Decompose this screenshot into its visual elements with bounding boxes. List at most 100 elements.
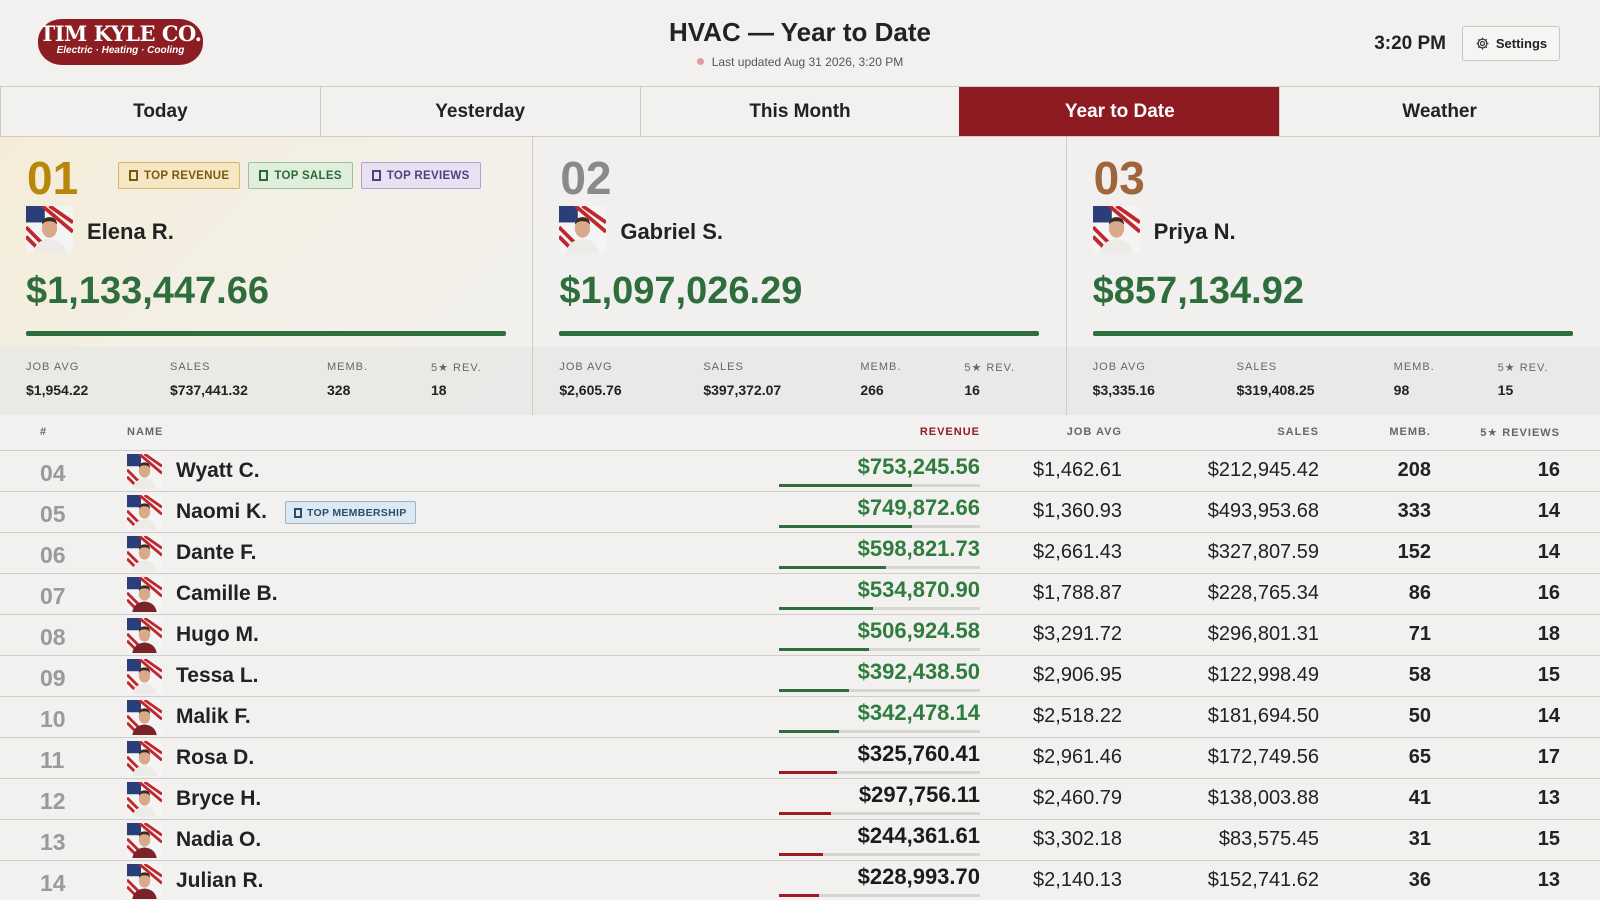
- award-icon: [259, 170, 269, 181]
- stats-strip: JOB AVG $1,954.22 SALES $737,441.32 MEMB. 328…: [0, 347, 533, 415]
- job-avg-value: $2,460.79: [1033, 787, 1122, 809]
- technician-name: Naomi K.: [176, 500, 268, 523]
- col-header-sales[interactable]: SALES: [1277, 426, 1319, 438]
- table-row[interactable]: 04 Wyatt C. $753,245.56 $1,462.61 $212,945.4…: [0, 451, 1600, 492]
- revenue-progress-fill: [779, 812, 832, 815]
- revenue-progress-track: [779, 607, 980, 610]
- technician-name: Dante F.: [176, 541, 257, 564]
- stat-value-job_avg: $2,605.76: [559, 382, 622, 398]
- badge-top-reviews: TOP REVIEWS: [360, 162, 481, 189]
- table-row[interactable]: 12 Bryce H. $297,756.11 $2,460.79 $138,003.8…: [0, 779, 1600, 820]
- revenue-value: $753,245.56: [857, 454, 980, 479]
- award-icon: [294, 507, 302, 518]
- technician-name: Camille B.: [176, 582, 278, 605]
- tab-this-month[interactable]: This Month: [639, 87, 961, 136]
- badge-label: TOP MEMBERSHIP: [307, 506, 407, 519]
- avatar: [126, 575, 163, 613]
- stat-label-sales: SALES: [703, 361, 744, 373]
- col-header-memberships[interactable]: MEMB.: [1389, 426, 1431, 438]
- badge-top-revenue: TOP REVENUE: [118, 162, 241, 189]
- revenue-bar: [26, 331, 506, 336]
- logo-main-text: TIM KYLE CO.: [39, 21, 202, 46]
- podium-card-1[interactable]: 01 TOP REVENUE TOP SALES TOP REVIEWS Elena R…: [0, 137, 534, 415]
- company-logo: TIM KYLE CO. Electric · Heating · Coolin…: [38, 19, 203, 65]
- table-row[interactable]: 05 Naomi K. TOP MEMBERSHIP $749,872.66 $1,36…: [0, 492, 1600, 533]
- sales-value: $212,945.42: [1207, 459, 1319, 481]
- revenue-value: $534,870.90: [857, 577, 980, 602]
- table-row[interactable]: 10 Malik F. $342,478.14 $2,518.22 $181,694.5…: [0, 697, 1600, 738]
- table-row[interactable]: 07 Camille B. $534,870.90 $1,788.87 $228,765…: [0, 574, 1600, 615]
- rank-number: 11: [40, 747, 65, 773]
- avatar: [126, 739, 163, 777]
- stat-label-sales: SALES: [170, 361, 211, 373]
- table-row[interactable]: 09 Tessa L. $392,438.50 $2,906.95 $122,998.4…: [0, 656, 1600, 697]
- job-avg-value: $3,291.72: [1033, 623, 1122, 645]
- podium-card-2[interactable]: 02 Gabriel S. $1,097,026.29 JOB AVG $2,605.7…: [533, 137, 1067, 415]
- col-header-rank: #: [40, 426, 48, 438]
- rank-number: 01: [27, 152, 79, 204]
- table-row[interactable]: 06 Dante F. $598,821.73 $2,661.43 $327,807.5…: [0, 533, 1600, 574]
- stat-label-reviews: 5★ REV.: [431, 362, 482, 374]
- rank-number: 06: [40, 542, 66, 568]
- table-row[interactable]: 14 Julian R. $228,993.70 $2,140.13 $152,741.…: [0, 861, 1600, 900]
- stats-strip: JOB AVG $2,605.76 SALES $397,372.07 MEMB. 266…: [533, 347, 1066, 415]
- last-updated-text: Last updated Aug 31 2026, 3:20 PM: [711, 55, 904, 69]
- rank-number: 07: [40, 583, 66, 609]
- stats-strip: JOB AVG $3,335.16 SALES $319,408.25 MEMB. 98 5…: [1066, 347, 1600, 415]
- sales-value: $493,953.68: [1207, 500, 1319, 522]
- table-row[interactable]: 08 Hugo M. $506,924.58 $3,291.72 $296,801.31…: [0, 615, 1600, 656]
- col-header-revenue[interactable]: REVENUE: [920, 426, 980, 438]
- col-header-job-avg[interactable]: JOB AVG: [1067, 426, 1122, 438]
- stat-value-job_avg: $1,954.22: [26, 382, 89, 398]
- revenue-value: $598,821.73: [857, 536, 980, 561]
- col-header-reviews[interactable]: 5★ REVIEWS: [1480, 426, 1560, 439]
- rank-number: 03: [1093, 152, 1145, 204]
- rank-number: 05: [40, 501, 66, 527]
- stat-value-reviews: 16: [964, 382, 980, 398]
- tab-today[interactable]: Today: [0, 87, 321, 136]
- revenue-value: $244,361.61: [857, 823, 980, 848]
- avatar: [126, 698, 163, 736]
- technician-name: Julian R.: [176, 869, 264, 892]
- stat-value-reviews: 15: [1497, 382, 1514, 398]
- memberships-value: 152: [1397, 541, 1431, 563]
- stat-value-memb: 328: [327, 382, 351, 398]
- reviews-value: 14: [1537, 541, 1560, 563]
- award-icon: [129, 170, 138, 181]
- technician-name: Priya N.: [1153, 219, 1236, 244]
- rank-number: 12: [40, 788, 66, 814]
- revenue-progress-track: [779, 525, 980, 528]
- revenue-progress-track: [779, 894, 980, 897]
- table-row[interactable]: 11 Rosa D. $325,760.41 $2,961.46 $172,749.56…: [0, 738, 1600, 779]
- avatar: [1091, 204, 1141, 255]
- stat-value-reviews: 18: [431, 382, 447, 398]
- sales-value: $152,741.62: [1207, 869, 1319, 891]
- tab-yesterday[interactable]: Yesterday: [319, 87, 641, 136]
- leaderboard-table: 04 Wyatt C. $753,245.56 $1,462.61 $212,945.4…: [0, 451, 1600, 900]
- stat-value-job_avg: $3,335.16: [1092, 382, 1155, 398]
- job-avg-value: $2,140.13: [1033, 869, 1122, 891]
- rank-number: 09: [40, 665, 66, 691]
- table-header: # NAME REVENUE JOB AVG SALES MEMB. 5★ RE…: [0, 415, 1600, 451]
- podium-card-3[interactable]: 03 Priya N. $857,134.92 JOB AVG $3,335.16 SAL…: [1066, 137, 1600, 415]
- revenue-progress-track: [779, 853, 980, 856]
- settings-button[interactable]: Settings: [1462, 26, 1560, 61]
- col-header-name: NAME: [127, 426, 164, 438]
- memberships-value: 333: [1397, 500, 1431, 522]
- memberships-value: 31: [1408, 828, 1431, 850]
- tab-year-to-date[interactable]: Year to Date: [959, 87, 1281, 136]
- reviews-value: 14: [1537, 705, 1560, 727]
- rank-number: 02: [560, 152, 612, 204]
- memberships-value: 71: [1408, 623, 1431, 645]
- revenue-value: $392,438.50: [857, 659, 980, 684]
- revenue-progress-track: [779, 689, 980, 692]
- technician-name: Hugo M.: [176, 623, 259, 646]
- table-row[interactable]: 13 Nadia O. $244,361.61 $3,302.18 $83,575.45…: [0, 820, 1600, 861]
- technician-name: Gabriel S.: [620, 219, 724, 244]
- memberships-value: 50: [1408, 705, 1431, 727]
- tab-weather[interactable]: Weather: [1279, 87, 1600, 136]
- revenue-progress-track: [779, 812, 980, 815]
- job-avg-value: $2,661.43: [1033, 541, 1122, 563]
- memberships-value: 86: [1408, 582, 1431, 604]
- revenue-value: $228,993.70: [857, 864, 980, 889]
